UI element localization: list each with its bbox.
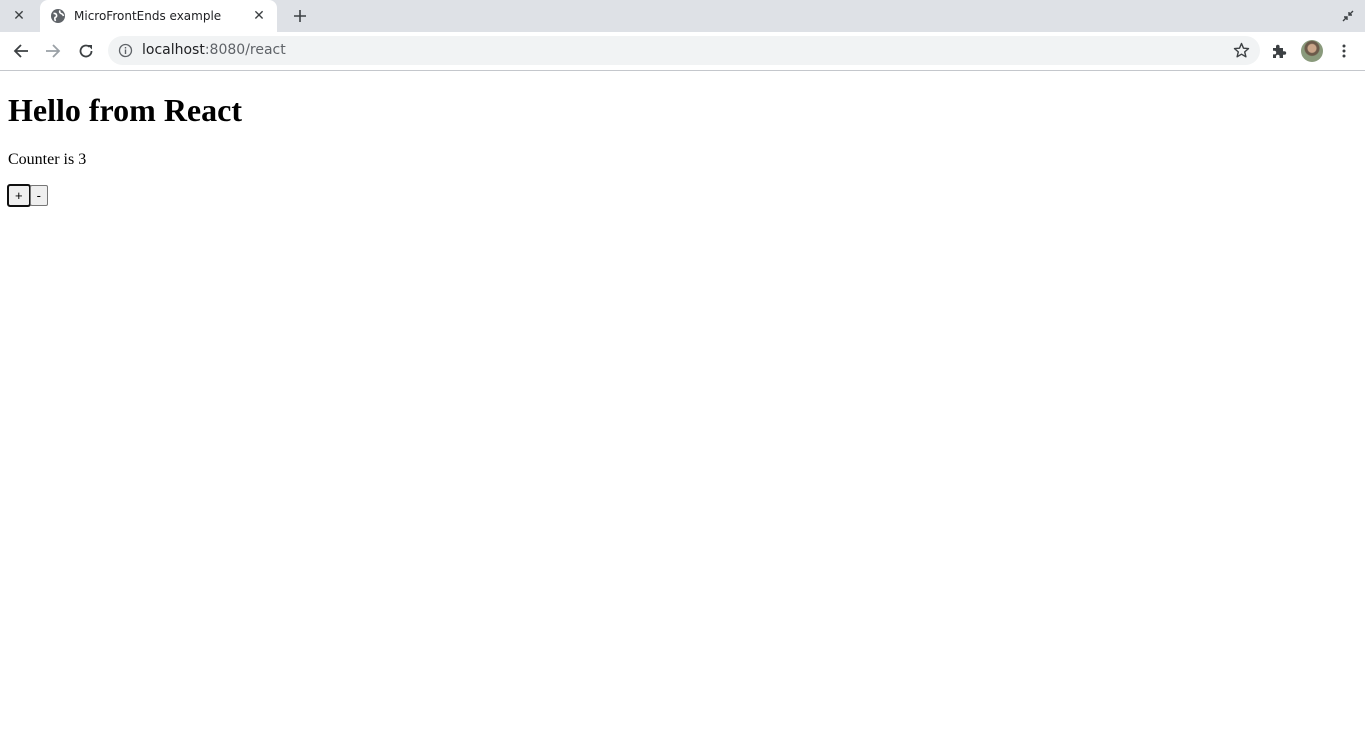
close-icon[interactable]: ✕	[251, 8, 267, 24]
extensions-button[interactable]	[1265, 37, 1293, 65]
globe-icon	[50, 8, 66, 24]
browser-toolbar: localhost:8080/react	[0, 32, 1365, 71]
page-content: Hello from React Counter is 3 + -	[0, 71, 1365, 736]
increment-button[interactable]: +	[7, 184, 31, 207]
puzzle-icon	[1273, 44, 1287, 58]
tab-title: MicroFrontEnds example	[74, 9, 222, 23]
address-bar[interactable]: localhost:8080/react	[108, 36, 1260, 65]
inactive-tab[interactable]: ✕	[0, 0, 38, 32]
url-host: localhost	[142, 42, 205, 58]
active-tab[interactable]: MicroFrontEnds example ✕	[40, 0, 277, 32]
star-icon[interactable]	[1233, 42, 1250, 59]
minimize-icon[interactable]	[1336, 4, 1360, 28]
kebab-menu-icon	[1342, 44, 1346, 58]
reload-button[interactable]	[72, 37, 100, 65]
url-path: :8080/react	[204, 42, 286, 58]
info-icon[interactable]	[118, 43, 133, 58]
back-button[interactable]	[7, 37, 35, 65]
reload-icon	[79, 44, 93, 58]
url-text[interactable]: localhost:8080/react	[142, 42, 286, 59]
tab-strip: ✕ MicroFrontEnds example ✕	[0, 0, 1365, 32]
arrow-left-icon	[13, 44, 28, 58]
arrow-right-icon	[46, 44, 61, 58]
counter-text: Counter is 3	[8, 151, 87, 168]
page-title: Hello from React	[8, 92, 242, 128]
plus-icon[interactable]	[288, 4, 312, 28]
avatar[interactable]	[1301, 40, 1323, 62]
decrement-button[interactable]: -	[29, 185, 48, 206]
counter-controls: + -	[7, 184, 48, 207]
close-icon[interactable]: ✕	[13, 9, 25, 23]
forward-button[interactable]	[39, 37, 67, 65]
menu-button[interactable]	[1330, 37, 1358, 65]
